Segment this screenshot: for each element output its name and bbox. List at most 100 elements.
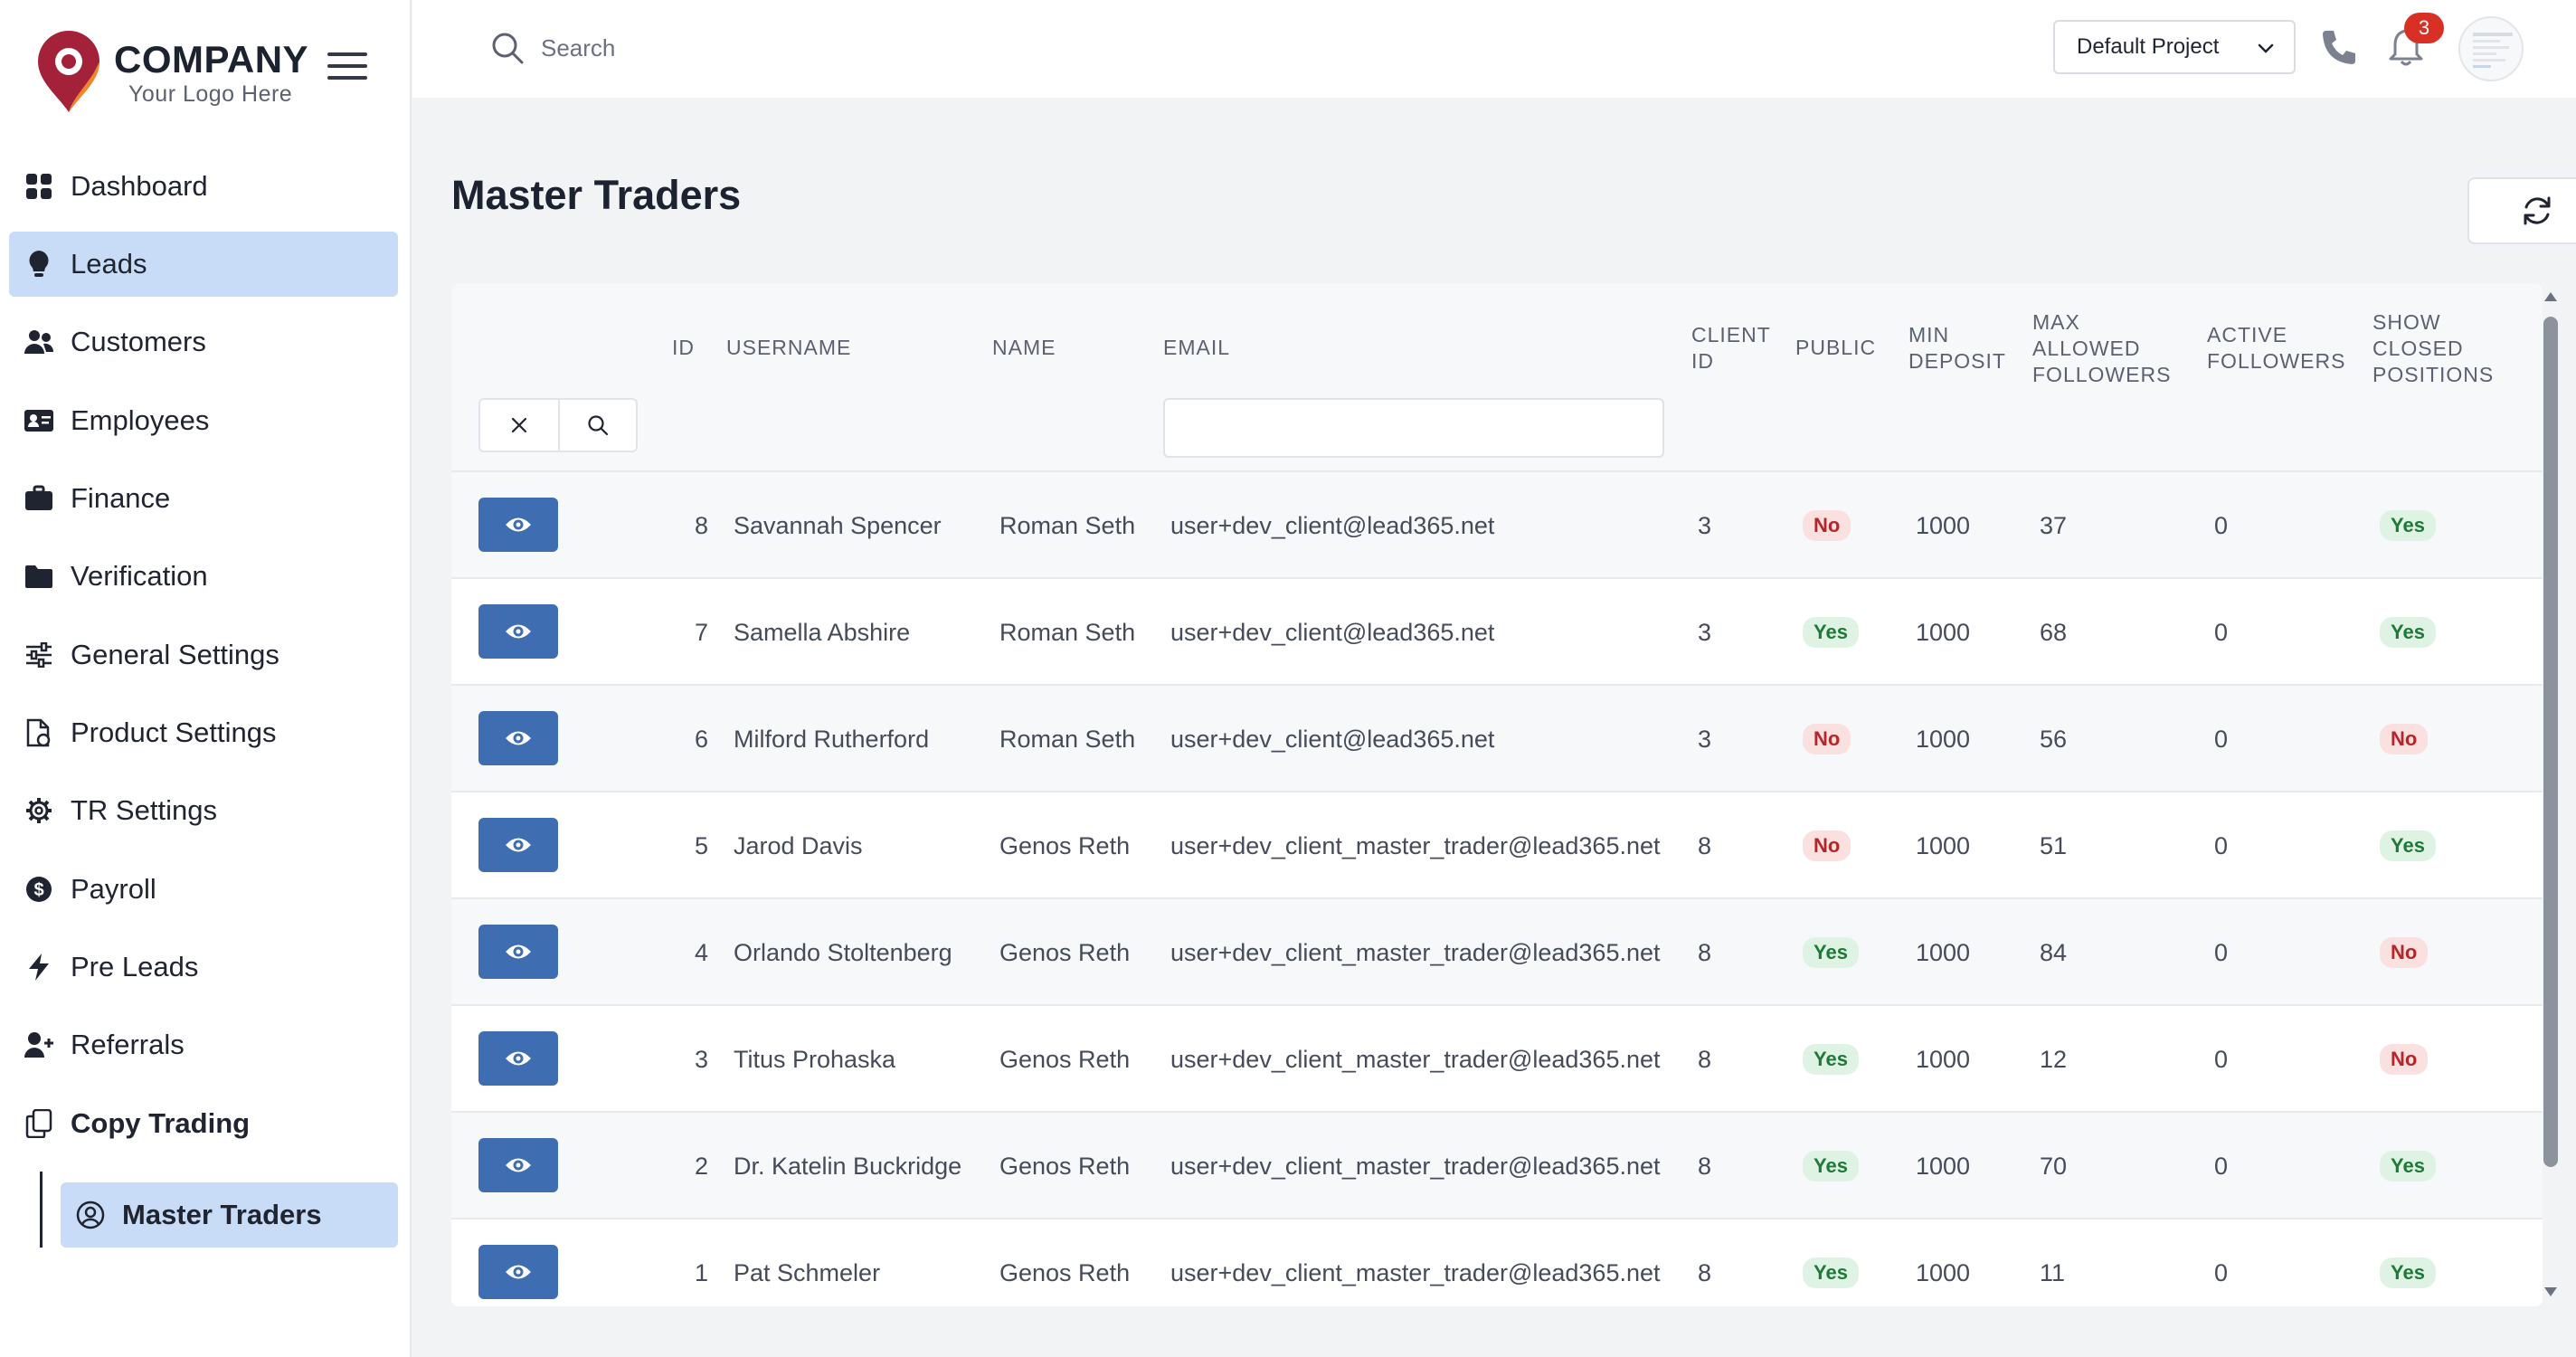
cell-active-followers: 0 xyxy=(2214,725,2229,753)
table-header: ID USERNAME NAME EMAIL CLIENT ID PUBLIC … xyxy=(451,284,2543,472)
cell-client-id: 3 xyxy=(1698,618,1712,646)
refresh-button[interactable] xyxy=(2467,177,2576,244)
column-header-active-followers[interactable]: ACTIVE FOLLOWERS xyxy=(2207,322,2345,375)
cell-max-followers: 56 xyxy=(2040,725,2068,753)
view-button[interactable] xyxy=(478,604,558,659)
sidebar-item-tr-settings[interactable]: TR Settings xyxy=(9,778,398,843)
cell-max-followers: 84 xyxy=(2040,938,2068,966)
apply-filter-button[interactable] xyxy=(557,400,636,451)
master-traders-table: ID USERNAME NAME EMAIL CLIENT ID PUBLIC … xyxy=(451,284,2543,1306)
cell-email: user+dev_client_master_trader@lead365.ne… xyxy=(1170,1152,1661,1180)
sidebar-item-employees[interactable]: Employees xyxy=(9,388,398,453)
column-header-email[interactable]: EMAIL xyxy=(1163,335,1230,361)
user-circle-icon xyxy=(75,1200,106,1230)
sliders-icon xyxy=(24,640,54,670)
view-button[interactable] xyxy=(478,711,558,765)
column-header-min-deposit[interactable]: MIN DEPOSIT xyxy=(1908,322,2006,375)
cell-client-id: 8 xyxy=(1698,1152,1712,1180)
folder-icon xyxy=(24,561,54,592)
clear-filter-button[interactable] xyxy=(480,400,558,451)
view-button[interactable] xyxy=(478,1245,558,1299)
sidebar-item-product-settings[interactable]: Product Settings xyxy=(9,700,398,765)
table-row: 4 Orlando Stoltenberg Genos Reth user+dev_c… xyxy=(451,899,2543,1006)
menu-toggle-icon[interactable] xyxy=(327,51,367,81)
cell-id: 3 xyxy=(694,1045,708,1073)
sidebar-item-master-traders[interactable]: Master Traders xyxy=(61,1182,398,1248)
eye-icon xyxy=(506,1265,531,1279)
project-select[interactable]: Default Project xyxy=(2053,20,2296,74)
cell-client-id: 8 xyxy=(1698,1045,1712,1073)
column-header-username[interactable]: USERNAME xyxy=(726,335,851,361)
sidebar-item-referrals[interactable]: Referrals xyxy=(9,1012,398,1077)
eye-icon xyxy=(506,944,531,959)
table-row: 7 Samella Abshire Roman Seth user+dev_clien… xyxy=(451,579,2543,686)
cell-min-deposit: 1000 xyxy=(1916,618,1971,646)
cell-show-closed: No xyxy=(2380,899,2479,1006)
header-line: MAX xyxy=(2032,310,2080,334)
lightbulb-icon xyxy=(24,249,54,280)
cell-active-followers: 0 xyxy=(2214,1045,2229,1073)
cell-min-deposit: 1000 xyxy=(1916,831,1971,859)
sidebar-item-payroll[interactable]: $ Payroll xyxy=(9,857,398,922)
sidebar-item-copy-trading[interactable]: Copy Trading xyxy=(9,1091,398,1156)
column-header-show-closed-positions[interactable]: SHOW CLOSED POSITIONS xyxy=(2372,309,2494,388)
view-button[interactable] xyxy=(478,1138,558,1192)
sidebar-item-leads[interactable]: Leads xyxy=(9,232,398,297)
search-input[interactable] xyxy=(541,27,1084,69)
company-name: COMPANY xyxy=(114,38,309,81)
status-badge: Yes xyxy=(2380,510,2436,541)
sidebar-item-finance[interactable]: Finance xyxy=(9,466,398,531)
status-badge: Yes xyxy=(2380,617,2436,648)
sidebar-item-verification[interactable]: Verification xyxy=(9,544,398,609)
avatar[interactable] xyxy=(2458,16,2524,81)
gear-icon xyxy=(24,795,54,826)
company-logo[interactable]: COMPANY Your Logo Here xyxy=(31,27,311,118)
search-icon xyxy=(588,415,609,436)
column-header-public[interactable]: PUBLIC xyxy=(1795,335,1876,361)
cell-email: user+dev_client_master_trader@lead365.ne… xyxy=(1170,831,1661,859)
sidebar-item-pre-leads[interactable]: Pre Leads xyxy=(9,935,398,1000)
table-row: 2 Dr. Katelin Buckridge Genos Reth user+dev… xyxy=(451,1113,2543,1219)
eye-icon xyxy=(506,1051,531,1066)
header-line: CLOSED xyxy=(2372,337,2464,360)
sidebar-item-dashboard[interactable]: Dashboard xyxy=(9,154,398,219)
cell-email: user+dev_client_master_trader@lead365.ne… xyxy=(1170,938,1661,966)
view-button[interactable] xyxy=(478,818,558,872)
column-header-max-allowed-followers[interactable]: MAX ALLOWED FOLLOWERS xyxy=(2032,309,2171,388)
scroll-down-arrow-icon[interactable] xyxy=(2542,1283,2560,1301)
table-row: 1 Pat Schmeler Genos Reth user+dev_client_m… xyxy=(451,1219,2543,1306)
notification-badge: 3 xyxy=(2404,13,2444,43)
column-header-client-id[interactable]: CLIENT ID xyxy=(1691,322,1771,375)
view-button[interactable] xyxy=(478,925,558,979)
cell-id: 2 xyxy=(694,1152,708,1180)
cell-name: Genos Reth xyxy=(999,831,1131,859)
view-button[interactable] xyxy=(478,498,558,552)
cell-id: 4 xyxy=(694,938,708,966)
cell-id: 1 xyxy=(694,1258,708,1286)
scroll-up-arrow-icon[interactable] xyxy=(2542,288,2560,306)
cell-max-followers: 68 xyxy=(2040,618,2068,646)
eye-icon xyxy=(506,1158,531,1172)
sidebar-item-label: Customers xyxy=(71,326,206,357)
cell-client-id: 8 xyxy=(1698,1258,1712,1286)
cell-email: user+dev_client_master_trader@lead365.ne… xyxy=(1170,1258,1661,1286)
table-scrollbar[interactable] xyxy=(2540,288,2562,1306)
sidebar-item-general-settings[interactable]: General Settings xyxy=(9,622,398,688)
status-badge: Yes xyxy=(1803,937,1859,968)
view-button[interactable] xyxy=(478,1031,558,1086)
table-row: 6 Milford Rutherford Roman Seth user+dev_cl… xyxy=(451,686,2543,792)
status-badge: No xyxy=(2380,937,2429,968)
cell-username: Jarod Davis xyxy=(734,831,863,859)
cell-show-closed: Yes xyxy=(2380,1113,2479,1219)
scroll-thumb[interactable] xyxy=(2543,317,2558,1167)
cell-show-closed: No xyxy=(2380,1006,2479,1113)
email-filter-input[interactable] xyxy=(1163,398,1664,458)
sidebar-item-customers[interactable]: Customers xyxy=(9,309,398,375)
refresh-icon xyxy=(2524,196,2551,225)
cell-client-id: 3 xyxy=(1698,725,1712,753)
phone-icon[interactable] xyxy=(2319,27,2359,67)
column-header-name[interactable]: NAME xyxy=(992,335,1056,361)
header-line: ID xyxy=(1691,349,1714,373)
user-plus-icon xyxy=(24,1030,54,1060)
column-header-id[interactable]: ID xyxy=(672,335,695,361)
